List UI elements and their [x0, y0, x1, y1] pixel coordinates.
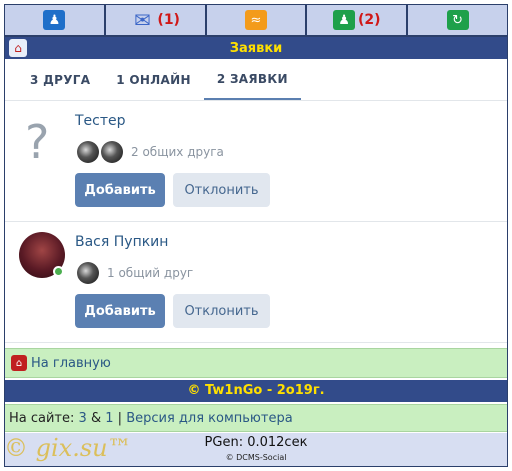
request-item: Вася Пупкин 1 общий друг Добавить Отклон… — [5, 222, 507, 343]
online-indicator-icon — [53, 266, 64, 277]
mutual-avatar[interactable] — [101, 141, 123, 163]
messages-count: (1) — [157, 12, 180, 28]
request-name[interactable]: Вася Пупкин — [75, 234, 168, 250]
tab-requests[interactable]: 2 ЗАЯВКИ — [203, 59, 301, 100]
mutual-avatar[interactable] — [77, 141, 99, 163]
copyright-bar: © Tw1nGo - 2o19г. — [5, 380, 507, 402]
separator: | — [117, 410, 123, 426]
user-icon: ♟ — [43, 10, 66, 30]
page-frame: ♟ ✉ (1) ≈ ♟ (2) ↻ ⌂ Заявки 3 ДРУГА 1 ОНЛ… — [4, 4, 508, 467]
tab-online[interactable]: 1 ОНЛАЙН — [103, 59, 204, 100]
nav-messages[interactable]: ✉ (1) — [105, 5, 207, 37]
mutual-avatar[interactable] — [77, 262, 99, 284]
home-link-row[interactable]: ⌂ На главную — [5, 348, 507, 378]
nav-feed[interactable]: ≈ — [206, 5, 308, 37]
nav-friends[interactable]: ♟ (2) — [307, 5, 409, 37]
add-button[interactable]: Добавить — [75, 173, 165, 207]
home-link[interactable]: На главную — [31, 356, 111, 371]
desktop-version-link[interactable]: Версия для компьютера — [126, 411, 292, 426]
friends-count: (2) — [358, 12, 381, 28]
watermark: © gix.su™ — [4, 434, 132, 462]
nav-profile[interactable]: ♟ — [5, 5, 106, 37]
mutual-friends: 1 общий друг — [77, 262, 193, 284]
avatar-placeholder: ? — [25, 115, 50, 169]
mutual-friends: 2 общих друга — [77, 141, 224, 163]
refresh-icon: ↻ — [446, 10, 469, 30]
rss-icon: ≈ — [244, 10, 267, 30]
mutual-count[interactable]: 1 общий друг — [107, 266, 193, 280]
add-button[interactable]: Добавить — [75, 294, 165, 328]
nav-refresh[interactable]: ↻ — [408, 5, 507, 37]
friends-icon: ♟ — [333, 10, 356, 30]
top-navigation: ♟ ✉ (1) ≈ ♟ (2) ↻ — [5, 5, 507, 37]
online-amp: & — [90, 410, 102, 426]
online-label: На сайте: — [9, 410, 75, 426]
title-bar: ⌂ Заявки — [5, 37, 507, 59]
mutual-count[interactable]: 2 общих друга — [131, 145, 224, 159]
online-users-link[interactable]: 3 — [79, 411, 87, 426]
home-icon: ⌂ — [11, 355, 27, 371]
decline-button[interactable]: Отклонить — [173, 173, 270, 207]
online-guests-link[interactable]: 1 — [105, 411, 113, 426]
page-title: Заявки — [229, 40, 283, 56]
request-item: ? Тестер 2 общих друга Добавить Отклонит… — [5, 101, 507, 222]
envelope-icon: ✉ — [134, 8, 151, 32]
online-stats: На сайте: 3 & 1 | Версия для компьютера — [5, 404, 507, 432]
request-name[interactable]: Тестер — [75, 113, 126, 129]
decline-button[interactable]: Отклонить — [173, 294, 270, 328]
tab-friends[interactable]: 3 ДРУГА — [17, 59, 103, 100]
friends-tabs: 3 ДРУГА 1 ОНЛАЙН 2 ЗАЯВКИ — [5, 59, 507, 101]
